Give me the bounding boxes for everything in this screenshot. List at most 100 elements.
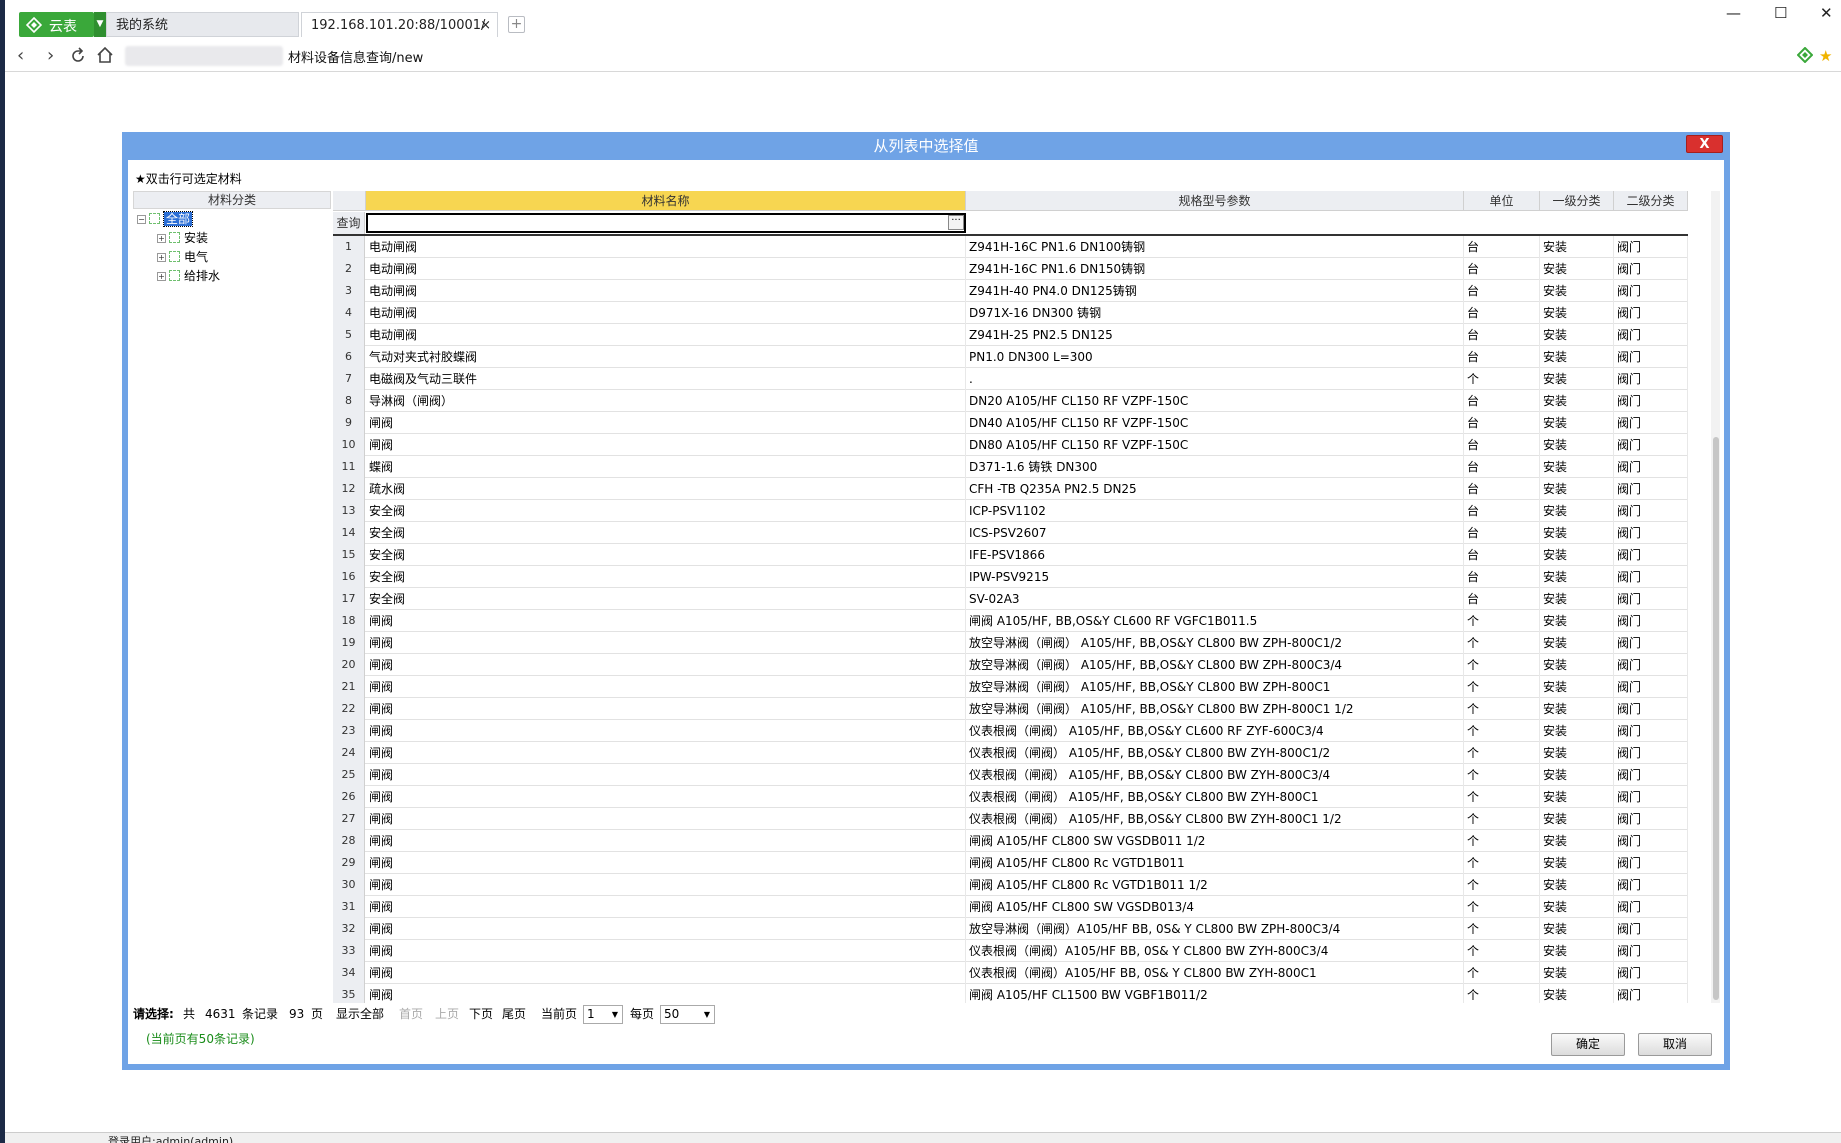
tree-node-label[interactable]: 全部 <box>162 211 194 227</box>
table-row[interactable]: 17 安全阀 SV-02A3 台安装 阀门 <box>333 588 1688 610</box>
prev-page-link[interactable]: 上页 <box>435 1003 459 1025</box>
unit-cell: 台 <box>1464 390 1540 412</box>
column-header-material-name[interactable]: 材料名称 <box>366 191 966 211</box>
table-row[interactable]: 10 闸阀 DN80 A105/HF CL150 RF VZPF-150C 台安装 阀门 <box>333 434 1688 456</box>
tree-node-label[interactable]: 电气 <box>184 250 208 264</box>
tree-node-install[interactable]: + 安装 <box>157 230 208 246</box>
category-1-cell: 安装 <box>1540 390 1614 412</box>
table-row[interactable]: 28 闸阀 闸阀 A105/HF CL800 SW VGSDB011 1/2 个安装阀… <box>333 830 1688 852</box>
dialog-title: 从列表中选择值 <box>122 132 1730 160</box>
maximize-icon[interactable]: ☐ <box>1774 4 1787 22</box>
table-row[interactable]: 33 闸阀 仪表根阀（闸阀）A105/HF BB, 0S& Y CL800 BW Z… <box>333 940 1688 962</box>
table-row[interactable]: 21 闸阀 放空导淋阀（闸阀） A105/HF, BB,OS&Y CL800 BW … <box>333 676 1688 698</box>
table-row[interactable]: 23 闸阀 仪表根阀（闸阀） A105/HF, BB,OS&Y CL600 RF Z… <box>333 720 1688 742</box>
current-page-select[interactable]: 1 ▼ <box>583 1005 623 1024</box>
unit-cell: 个 <box>1464 698 1540 720</box>
table-row[interactable]: 26 闸阀 仪表根阀（闸阀） A105/HF, BB,OS&Y CL800 BW Z… <box>333 786 1688 808</box>
table-row[interactable]: 31 闸阀 闸阀 A105/HF CL800 SW VGSDB013/4 个安装 阀门 <box>333 896 1688 918</box>
table-row[interactable]: 29 闸阀 闸阀 A105/HF CL800 Rc VGTD1B011 个安装 阀门 <box>333 852 1688 874</box>
table-row[interactable]: 13 安全阀 ICP-PSV1102 台安装 阀门 <box>333 500 1688 522</box>
minimize-icon[interactable]: — <box>1726 4 1741 22</box>
table-row[interactable]: 14 安全阀 ICS-PSV2607 台安装 阀门 <box>333 522 1688 544</box>
table-row[interactable]: 32 闸阀 放空导淋阀（闸阀）A105/HF BB, 0S& Y CL800 BW … <box>333 918 1688 940</box>
table-row[interactable]: 9 闸阀 DN40 A105/HF CL150 RF VZPF-150C 台安装 阀门 <box>333 412 1688 434</box>
window-close-icon[interactable]: ✕ <box>1820 4 1833 22</box>
grid-scrollbar-thumb[interactable] <box>1713 437 1719 1000</box>
cancel-button[interactable]: 取消 <box>1638 1033 1712 1056</box>
tree-node-label[interactable]: 安装 <box>184 231 208 245</box>
table-row[interactable]: 1 电动闸阀 Z941H-16C PN1.6 DN100铸钢台安装 阀门 <box>333 236 1688 258</box>
spec-cell: Z941H-16C PN1.6 DN150铸钢 <box>966 258 1464 280</box>
table-row[interactable]: 22 闸阀 放空导淋阀（闸阀） A105/HF, BB,OS&Y CL800 BW … <box>333 698 1688 720</box>
address-url-text[interactable]: 材料设备信息查询/new <box>288 47 423 66</box>
row-number: 17 <box>333 588 365 610</box>
table-row[interactable]: 11 蝶阀 D371-1.6 铸铁 DN300 台安装 阀门 <box>333 456 1688 478</box>
table-row[interactable]: 4 电动闸阀 D971X-16 DN300 铸钢台安装 阀门 <box>333 302 1688 324</box>
category-1-cell: 安装 <box>1540 236 1614 258</box>
home-icon[interactable] <box>96 46 114 64</box>
show-all-link[interactable]: 显示全部 <box>336 1003 384 1025</box>
new-tab-button[interactable]: + <box>508 16 525 33</box>
table-row[interactable]: 35 闸阀 闸阀 A105/HF CL1500 BW VGBF1B011/2 个安装阀… <box>333 984 1688 1003</box>
tree-node-plumbing[interactable]: + 给排水 <box>157 268 220 284</box>
ok-button[interactable]: 确定 <box>1551 1033 1625 1056</box>
column-header-category-2[interactable]: 二级分类 <box>1614 191 1688 211</box>
extension-diamond-icon[interactable] <box>1797 47 1813 63</box>
last-page-link[interactable]: 尾页 <box>502 1003 526 1025</box>
forward-icon[interactable]: › <box>47 45 54 66</box>
table-row[interactable]: 34 闸阀 仪表根阀（闸阀）A105/HF BB, 0S& Y CL800 BW Z… <box>333 962 1688 984</box>
back-icon[interactable]: ‹ <box>17 45 24 66</box>
per-page-select[interactable]: 50 ▼ <box>660 1005 715 1024</box>
column-header-unit[interactable]: 单位 <box>1464 191 1540 211</box>
table-row[interactable]: 20 闸阀 放空导淋阀（闸阀） A105/HF, BB,OS&Y CL800 BW … <box>333 654 1688 676</box>
table-row[interactable]: 2 电动闸阀 Z941H-16C PN1.6 DN150铸钢台安装 阀门 <box>333 258 1688 280</box>
app-dropdown-arrow-icon[interactable]: ▼ <box>94 12 106 37</box>
favorite-star-icon[interactable]: ★ <box>1819 47 1832 65</box>
spec-cell: 放空导淋阀（闸阀） A105/HF, BB,OS&Y CL800 BW ZPH-… <box>966 698 1464 720</box>
table-row[interactable]: 15 安全阀 IFE-PSV1866 台安装 阀门 <box>333 544 1688 566</box>
table-row[interactable]: 6 气动对夹式衬胶蝶阀 PN1.0 DN300 L=300 台安装 阀门 <box>333 346 1688 368</box>
table-row[interactable]: 8 导淋阀（闸阀） DN20 A105/HF CL150 RF VZPF-150C 台… <box>333 390 1688 412</box>
tree-expand-icon[interactable]: + <box>157 272 166 281</box>
category-2-cell: 阀门 <box>1614 324 1688 346</box>
tree-collapse-icon[interactable]: − <box>137 215 146 224</box>
table-row[interactable]: 12 疏水阀 CFH -TB Q235A PN2.5 DN25 台安装 阀门 <box>333 478 1688 500</box>
next-page-link[interactable]: 下页 <box>469 1003 493 1025</box>
first-page-link[interactable]: 首页 <box>399 1003 423 1025</box>
table-row[interactable]: 24 闸阀 仪表根阀（闸阀） A105/HF, BB,OS&Y CL800 BW Z… <box>333 742 1688 764</box>
tree-expand-icon[interactable]: + <box>157 253 166 262</box>
material-name-filter-input[interactable] <box>366 213 966 233</box>
table-row[interactable]: 5 电动闸阀 Z941H-25 PN2.5 DN125 台安装 阀门 <box>333 324 1688 346</box>
spec-cell: . <box>966 368 1464 390</box>
tree-node-label[interactable]: 给排水 <box>184 269 220 283</box>
table-row[interactable]: 25 闸阀 仪表根阀（闸阀） A105/HF, BB,OS&Y CL800 BW Z… <box>333 764 1688 786</box>
category-2-cell: 阀门 <box>1614 742 1688 764</box>
tree-node-electrical[interactable]: + 电气 <box>157 249 208 265</box>
tab-my-system[interactable]: 我的系统 <box>106 12 299 37</box>
material-name-cell: 闸阀 <box>366 940 966 962</box>
table-row[interactable]: 19 闸阀 放空导淋阀（闸阀） A105/HF, BB,OS&Y CL800 BW … <box>333 632 1688 654</box>
app-menu-button[interactable]: 云表 <box>19 12 94 37</box>
table-row[interactable]: 7 电磁阀及气动三联件. 个安装 阀门 <box>333 368 1688 390</box>
refresh-icon[interactable] <box>69 47 87 65</box>
tab-material-query[interactable]: 192.168.101.20:88/10001/材料 × <box>301 12 498 58</box>
unit-cell: 个 <box>1464 984 1540 1003</box>
material-name-cell: 闸阀 <box>366 962 966 984</box>
table-row[interactable]: 27 闸阀 仪表根阀（闸阀） A105/HF, BB,OS&Y CL800 BW Z… <box>333 808 1688 830</box>
column-header-spec[interactable]: 规格型号参数 <box>966 191 1464 211</box>
filter-more-button[interactable]: ··· <box>948 215 964 230</box>
table-row[interactable]: 18 闸阀 闸阀 A105/HF, BB,OS&Y CL600 RF VGFC1B0… <box>333 610 1688 632</box>
material-grid: 材料名称 规格型号参数 单位 一级分类 二级分类 查询 ··· 1 电动闸阀 Z94… <box>333 191 1688 1003</box>
table-row[interactable]: 3 电动闸阀 Z941H-40 PN4.0 DN125铸钢台安装 阀门 <box>333 280 1688 302</box>
tree-expand-icon[interactable]: + <box>157 234 166 243</box>
tree-node-root[interactable]: − 全部 <box>137 211 194 227</box>
material-name-cell: 安全阀 <box>366 500 966 522</box>
tab-close-icon[interactable]: × <box>480 13 491 38</box>
category-1-cell: 安装 <box>1540 566 1614 588</box>
category-1-cell: 安装 <box>1540 324 1614 346</box>
dialog-close-button[interactable]: X <box>1686 135 1723 153</box>
table-row[interactable]: 30 闸阀 闸阀 A105/HF CL800 Rc VGTD1B011 1/2 个安装… <box>333 874 1688 896</box>
column-header-category-1[interactable]: 一级分类 <box>1540 191 1614 211</box>
address-blurred-host[interactable] <box>125 46 283 66</box>
table-row[interactable]: 16 安全阀 IPW-PSV9215 台安装 阀门 <box>333 566 1688 588</box>
